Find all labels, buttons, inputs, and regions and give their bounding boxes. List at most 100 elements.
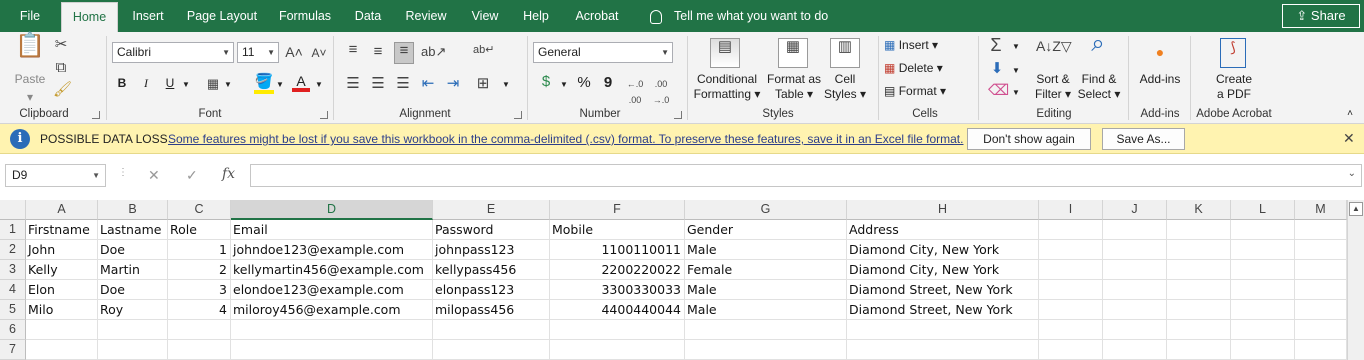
cancel-icon[interactable]: ✕ [148,167,160,184]
borders-icon[interactable]: ▦ [204,76,222,92]
font-launcher-icon[interactable] [320,111,328,119]
column-header[interactable]: J [1103,200,1167,220]
grid-cell[interactable]: Password [433,220,550,240]
grid-cell[interactable] [1103,340,1167,360]
grid-cell[interactable]: Male [685,300,847,320]
grid-cell[interactable]: Role [168,220,231,240]
grid-cell[interactable]: Female [685,260,847,280]
chevron-down-icon[interactable]: ▼ [1010,39,1022,54]
scroll-up-icon[interactable]: ▲ [1349,202,1363,216]
find-select-icon[interactable]: ⌕ [1084,32,1112,66]
grid-cell[interactable]: Milo [26,300,98,320]
share-button[interactable]: ⇪ Share [1282,4,1360,28]
grid-cell[interactable]: Mobile [550,220,685,240]
grid-cell[interactable] [98,320,168,340]
insert-function-icon[interactable]: fx [222,166,235,182]
grid-cell[interactable]: kellymartin456@example.com [231,260,433,280]
grid-cell[interactable]: Male [685,280,847,300]
dont-show-again-button[interactable]: Don't show again [967,128,1091,150]
align-top-icon[interactable]: ≡ [344,42,362,58]
percent-button[interactable]: % [576,75,592,90]
increase-font-icon[interactable]: A˄ [285,44,303,60]
grid-cell[interactable]: Doe [98,240,168,260]
grid-cell[interactable]: 3 [168,280,231,300]
conditional-formatting-icon[interactable]: ▤ [710,38,740,68]
row-header[interactable]: 7 [0,340,26,360]
chevron-down-icon[interactable]: ▼ [313,77,325,92]
paste-dropdown-icon[interactable]: ▾ [20,90,40,105]
grid-cell[interactable] [1295,320,1347,340]
grid-cell[interactable] [1103,280,1167,300]
grid-cell[interactable] [1039,340,1103,360]
column-header[interactable]: K [1167,200,1231,220]
chevron-down-icon[interactable]: ▼ [180,77,192,92]
create-pdf-icon[interactable]: ⟆ [1220,38,1246,68]
formula-input[interactable]: ⌄ [250,164,1362,187]
align-bottom-icon[interactable]: ≡ [394,42,414,64]
align-center-icon[interactable]: ☰ [369,76,387,92]
grid-cell[interactable] [26,340,98,360]
bold-button[interactable]: B [114,76,130,91]
tab-help[interactable]: Help [514,0,558,32]
tab-file[interactable]: File [8,0,52,32]
underline-button[interactable]: U [162,76,178,91]
grid-cell[interactable]: 2200220022 [550,260,685,280]
more-options-icon[interactable]: ⋮ [118,167,128,178]
insert-cells-button[interactable]: ▦ Insert ▾ [884,38,964,53]
grid-cell[interactable] [847,320,1039,340]
decrease-font-icon[interactable]: A˅ [310,45,328,61]
wrap-text-icon[interactable]: ab↵ [473,42,494,58]
fill-icon[interactable]: ⬇ [988,61,1006,77]
alignment-launcher-icon[interactable] [514,111,522,119]
grid-cell[interactable] [1039,260,1103,280]
grid-cell[interactable] [1231,320,1295,340]
grid-cell[interactable] [1039,220,1103,240]
grid-cell[interactable] [1295,240,1347,260]
row-header[interactable]: 1 [0,220,26,240]
chevron-down-icon[interactable]: ▼ [1010,63,1022,78]
tab-insert[interactable]: Insert [124,0,172,32]
number-launcher-icon[interactable] [674,111,682,119]
grid-cell[interactable] [168,340,231,360]
grid-cell[interactable] [231,340,433,360]
format-cells-button[interactable]: ▤ Format ▾ [884,84,964,99]
align-left-icon[interactable]: ☰ [344,76,362,92]
grid-cell[interactable] [433,340,550,360]
grid-cell[interactable] [1231,280,1295,300]
column-header[interactable]: H [847,200,1039,220]
grid-cell[interactable]: Kelly [26,260,98,280]
grid-cell[interactable] [433,320,550,340]
sort-filter-icon[interactable]: A↓Z▽ [1036,38,1072,66]
warning-message-link[interactable]: Some features might be lost if you save … [168,132,963,146]
grid-cell[interactable] [1167,280,1231,300]
copy-icon[interactable]: ⧉ [53,60,69,76]
conditional-formatting-button[interactable]: Conditional Formatting ▾ [692,72,762,102]
vertical-scrollbar[interactable]: ▲ [1347,200,1364,360]
grid-cell[interactable] [231,320,433,340]
grid-cell[interactable] [847,340,1039,360]
grid-cell[interactable] [1231,260,1295,280]
grid-cell[interactable] [1167,300,1231,320]
comma-style-button[interactable]: 9 [600,75,616,90]
grid-cell[interactable] [1231,240,1295,260]
align-middle-icon[interactable]: ≡ [369,44,387,60]
grid-cell[interactable] [1295,260,1347,280]
cell-styles-icon[interactable]: ▥ [830,38,860,68]
add-ins-icon[interactable]: ● [1150,44,1170,60]
autosum-icon[interactable]: Σ [986,36,1006,54]
grid-cell[interactable]: elonpass123 [433,280,550,300]
grid-cell[interactable]: 3300330033 [550,280,685,300]
align-right-icon[interactable]: ☰ [394,76,412,92]
grid-cell[interactable]: 2 [168,260,231,280]
increase-decimal-icon[interactable]: ←.0.00 [624,76,646,108]
find-select-button[interactable]: Find & Select ▾ [1076,72,1122,102]
grid-cell[interactable]: 1 [168,240,231,260]
orientation-icon[interactable]: ab↗ [421,44,446,60]
decrease-decimal-icon[interactable]: .00 →.0 [650,76,672,108]
number-format-combo[interactable]: General ▼ [533,42,673,63]
grid-cell[interactable] [1231,300,1295,320]
grid-cell[interactable]: Email [231,220,433,240]
grid-cell[interactable]: 1100110011 [550,240,685,260]
grid-cell[interactable]: Gender [685,220,847,240]
column-header[interactable]: G [685,200,847,220]
